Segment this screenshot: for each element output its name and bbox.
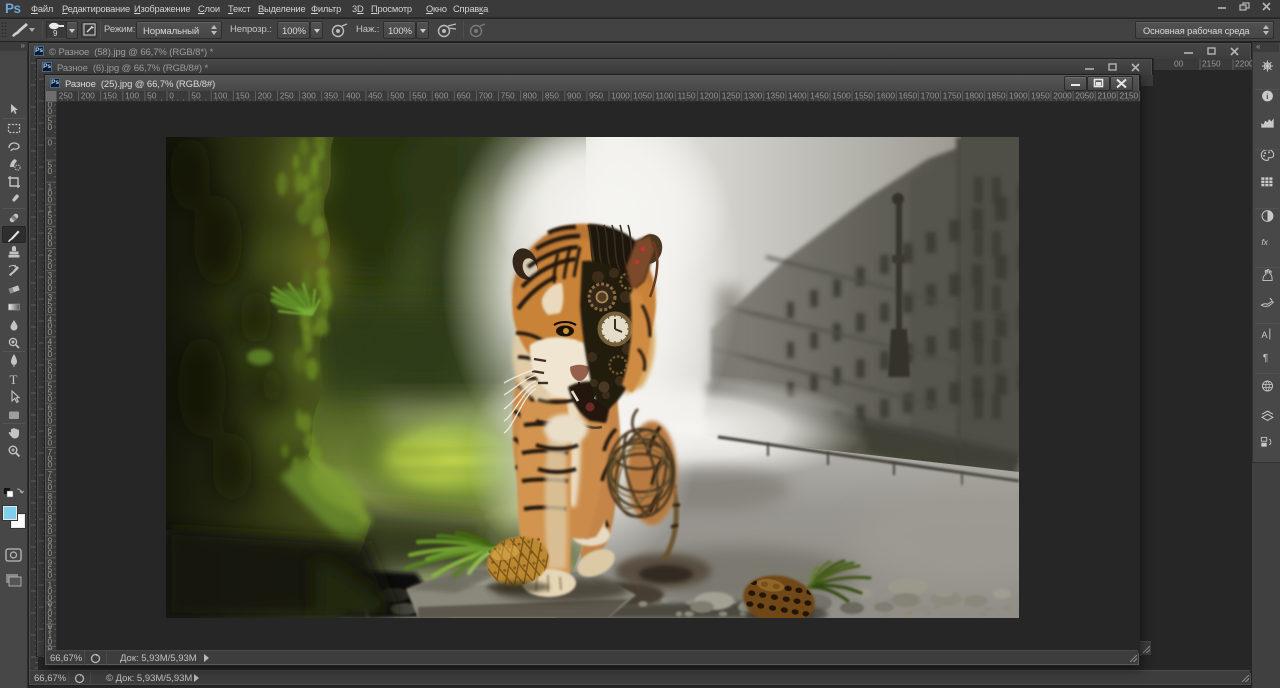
svg-text:50: 50 bbox=[147, 91, 157, 101]
svg-text:600: 600 bbox=[434, 91, 448, 101]
svg-text:T: T bbox=[10, 372, 18, 387]
svg-text:250: 250 bbox=[280, 91, 294, 101]
svg-text:200: 200 bbox=[81, 91, 95, 101]
svg-text:950: 950 bbox=[589, 91, 603, 101]
svg-text:850: 850 bbox=[545, 91, 559, 101]
svg-text:0: 0 bbox=[169, 91, 174, 101]
svg-text:350: 350 bbox=[324, 91, 338, 101]
svg-text:¶: ¶ bbox=[1263, 353, 1268, 364]
svg-text:100: 100 bbox=[125, 91, 139, 101]
svg-text:300: 300 bbox=[302, 91, 316, 101]
svg-text:0: 0 bbox=[48, 122, 53, 132]
svg-text:900: 900 bbox=[567, 91, 581, 101]
svg-text:fx: fx bbox=[1261, 237, 1268, 247]
svg-text:2150: 2150 bbox=[1202, 59, 1221, 69]
svg-text:400: 400 bbox=[346, 91, 360, 101]
svg-text:A: A bbox=[1261, 330, 1268, 340]
svg-text:200: 200 bbox=[258, 91, 272, 101]
svg-text:0: 0 bbox=[48, 138, 53, 148]
svg-text:9: 9 bbox=[53, 29, 58, 38]
svg-text:500: 500 bbox=[390, 91, 404, 101]
svg-text:100: 100 bbox=[213, 91, 227, 101]
svg-text:650: 650 bbox=[457, 91, 471, 101]
svg-text:150: 150 bbox=[236, 91, 250, 101]
svg-text:00: 00 bbox=[1174, 59, 1184, 69]
svg-text:i: i bbox=[1266, 92, 1268, 101]
svg-text:750: 750 bbox=[501, 91, 515, 101]
svg-text:150: 150 bbox=[103, 91, 117, 101]
svg-text:0: 0 bbox=[48, 166, 53, 176]
svg-text:2200: 2200 bbox=[1235, 59, 1252, 69]
svg-text:50: 50 bbox=[191, 91, 201, 101]
svg-text:700: 700 bbox=[479, 91, 493, 101]
svg-text:250: 250 bbox=[59, 91, 73, 101]
svg-text:800: 800 bbox=[523, 91, 537, 101]
svg-text:550: 550 bbox=[412, 91, 426, 101]
svg-text:450: 450 bbox=[368, 91, 382, 101]
